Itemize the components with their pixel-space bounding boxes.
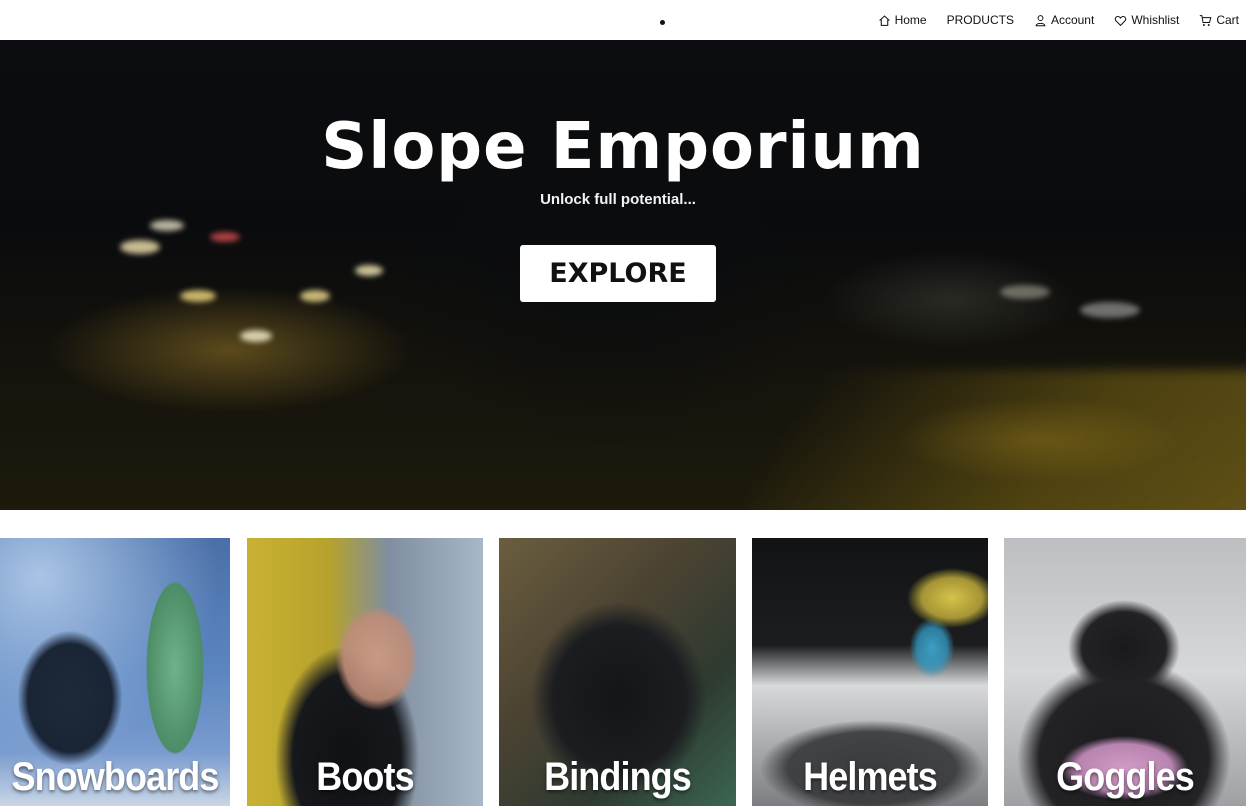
- hero-bokeh-light: [240, 330, 272, 342]
- nav-products-label: PRODUCTS: [946, 13, 1014, 27]
- nav-account-label: Account: [1050, 13, 1095, 27]
- nav-cart-link[interactable]: Cart: [1199, 13, 1239, 27]
- explore-button[interactable]: EXPLORE: [520, 245, 716, 302]
- category-label: Goggles: [1056, 755, 1195, 799]
- hero-bokeh-light: [300, 290, 330, 302]
- nav-home-link[interactable]: Home: [878, 13, 927, 27]
- hero-bokeh-light: [1080, 302, 1140, 318]
- hero-bokeh-light: [120, 240, 160, 254]
- category-tiles: Snowboards Boots Bindings Helmets Goggle…: [0, 538, 1246, 806]
- hero-bokeh-light: [150, 220, 184, 231]
- category-tile-goggles[interactable]: Goggles: [1004, 538, 1246, 806]
- hero-subtitle: Unlock full potential...: [540, 191, 696, 208]
- user-icon: [1035, 14, 1046, 26]
- cart-icon: [1200, 14, 1212, 26]
- hero-bokeh-light: [1000, 285, 1050, 299]
- nav-cart-label: Cart: [1216, 13, 1239, 27]
- category-label: Bindings: [544, 755, 692, 799]
- category-tile-helmets[interactable]: Helmets: [752, 538, 988, 806]
- category-tile-bindings[interactable]: Bindings: [499, 538, 736, 806]
- nav-menu: Home PRODUCTS Account Whishlist Cart: [878, 0, 1239, 40]
- home-icon: [878, 14, 890, 26]
- top-navigation: Home PRODUCTS Account Whishlist Cart: [0, 0, 1246, 40]
- hero-title: Slope Emporium: [321, 110, 925, 184]
- hero-bokeh-light: [180, 290, 216, 302]
- category-label: Helmets: [803, 755, 938, 799]
- nav-wishlist-link[interactable]: Whishlist: [1114, 13, 1179, 27]
- category-label: Snowboards: [11, 755, 220, 799]
- nav-home-label: Home: [894, 13, 927, 27]
- hero-banner: Slope Emporium Unlock full potential... …: [0, 40, 1246, 510]
- nav-account-link[interactable]: Account: [1034, 13, 1094, 27]
- category-tile-boots[interactable]: Boots: [247, 538, 483, 806]
- logo-dot[interactable]: [660, 20, 665, 25]
- hero-bokeh-light: [210, 232, 240, 242]
- category-tile-snowboards[interactable]: Snowboards: [0, 538, 230, 806]
- category-label: Boots: [316, 755, 414, 799]
- nav-wishlist-label: Whishlist: [1131, 13, 1180, 27]
- heart-icon: [1115, 15, 1127, 26]
- nav-products-link[interactable]: PRODUCTS: [947, 13, 1014, 27]
